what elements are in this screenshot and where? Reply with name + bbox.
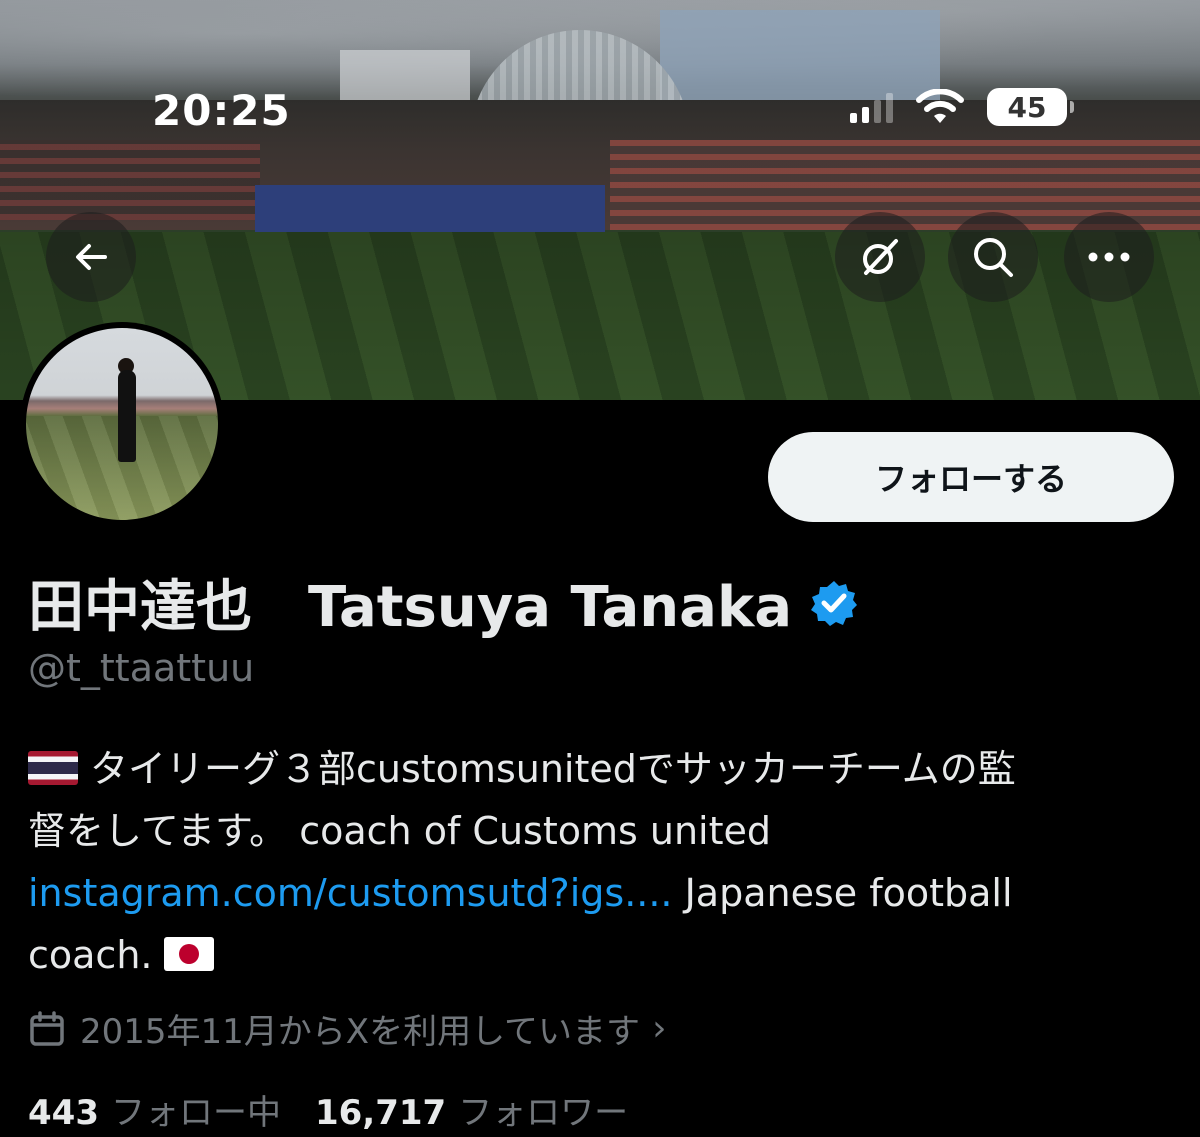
avatar-image [26, 328, 218, 520]
display-name: 田中達也 Tatsuya Tanaka [28, 575, 792, 640]
arrow-left-icon [76, 244, 107, 270]
bio-line-3: instagram.com/customsutd?igs.... Japanes… [28, 871, 1013, 915]
avatar[interactable] [20, 322, 224, 526]
bio-line-1: タイリーグ３部customsunitedでサッカーチームの監 [28, 738, 1178, 800]
search-button[interactable] [948, 212, 1038, 302]
chevron-right-icon: › [652, 1008, 667, 1049]
signal-icon [850, 91, 893, 123]
bio-line-2: 督をしてます。 coach of Customs united [28, 809, 772, 853]
calendar-icon [30, 1010, 64, 1046]
wifi-icon [916, 89, 964, 123]
status-time: 20:25 [152, 86, 291, 135]
name-row: 田中達也 Tatsuya Tanaka [28, 562, 858, 643]
status-icons: 45 [850, 88, 1074, 126]
battery-icon: 45 [987, 88, 1074, 126]
grok-slash-icon [863, 239, 898, 275]
more-button[interactable] [1064, 212, 1154, 302]
japan-flag-icon [164, 937, 215, 971]
back-button[interactable] [46, 212, 136, 302]
thai-flag-icon [28, 751, 78, 785]
bio-line-4: coach. [28, 924, 1178, 986]
following-link[interactable]: 443 フォロー中 [28, 1085, 315, 1134]
search-icon [974, 238, 1013, 277]
handle: @t_ttaattuu [28, 646, 255, 690]
grok-button[interactable] [835, 212, 925, 302]
follow-stats: 443 フォロー中 16,717 フォロワー [28, 1085, 662, 1134]
follow-button[interactable]: フォローする [768, 432, 1174, 522]
bio-link[interactable]: instagram.com/customsutd?igs.... [28, 871, 673, 915]
followers-link[interactable]: 16,717 フォロワー [315, 1085, 662, 1134]
joined-date[interactable]: 2015年11月からXを利用しています › [28, 1004, 666, 1053]
verified-badge-icon[interactable] [810, 579, 858, 627]
bio: タイリーグ３部customsunitedでサッカーチームの監 督をしてます。 c… [28, 738, 1178, 986]
more-horizontal-icon [1088, 252, 1130, 262]
